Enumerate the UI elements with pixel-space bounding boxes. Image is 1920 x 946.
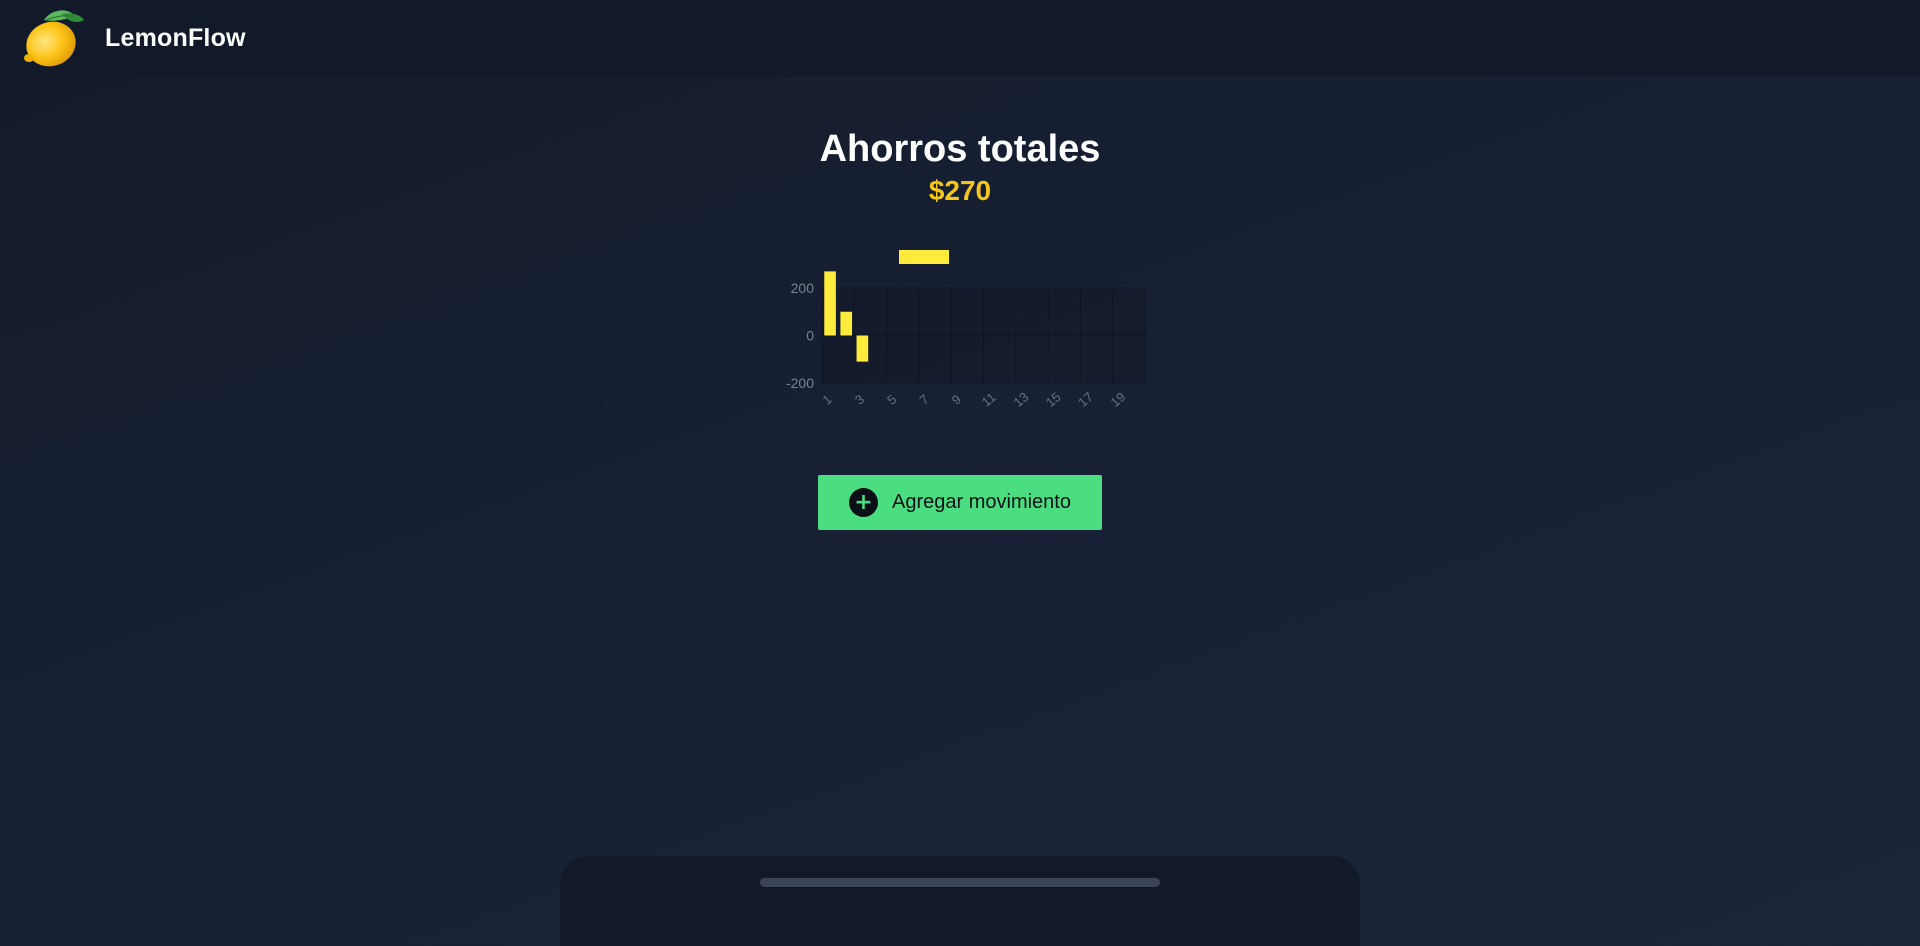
chart-grid [821,287,1146,384]
x-axis: 1 3 5 7 9 11 13 15 17 19 [820,389,1129,410]
y-tick-label: -200 [786,375,814,391]
x-tick-label: 9 [949,391,964,407]
y-tick-label: 0 [806,328,814,344]
bar[interactable] [856,335,869,362]
x-tick-label: 13 [1011,389,1032,410]
chart-legend [899,250,949,264]
bottom-sheet[interactable] [560,856,1360,946]
y-tick-label: 200 [791,280,815,296]
top-bar: LemonFlow [0,0,1920,77]
total-savings-amount: $270 [928,175,992,206]
legend-swatch[interactable] [899,250,949,264]
x-tick-label: 7 [916,391,931,407]
add-movement-label: Agregar movimiento [892,491,1071,513]
y-axis: 200 0 -200 [786,280,814,391]
x-tick-label: 15 [1043,389,1064,410]
x-tick-label: 3 [852,391,867,407]
plus-circle-icon: + [849,488,879,517]
bar[interactable] [840,311,853,336]
bottom-sheet-handle[interactable] [760,878,1160,887]
add-movement-button[interactable]: + Agregar movimiento [818,475,1102,530]
bar[interactable] [824,271,836,336]
page-title: Ahorros totales [819,128,1101,170]
x-tick-label: 11 [979,389,999,409]
x-tick-label: 1 [820,391,835,407]
x-tick-label: 17 [1075,389,1096,410]
savings-bar-chart: 2000-200 1 3 5 7 9 11 13 15 17 19 [786,250,1146,410]
lemon-icon[interactable] [22,6,86,70]
x-tick-label: 19 [1108,389,1129,410]
app-name: LemonFlow [105,24,246,52]
x-tick-label: 5 [884,391,899,407]
